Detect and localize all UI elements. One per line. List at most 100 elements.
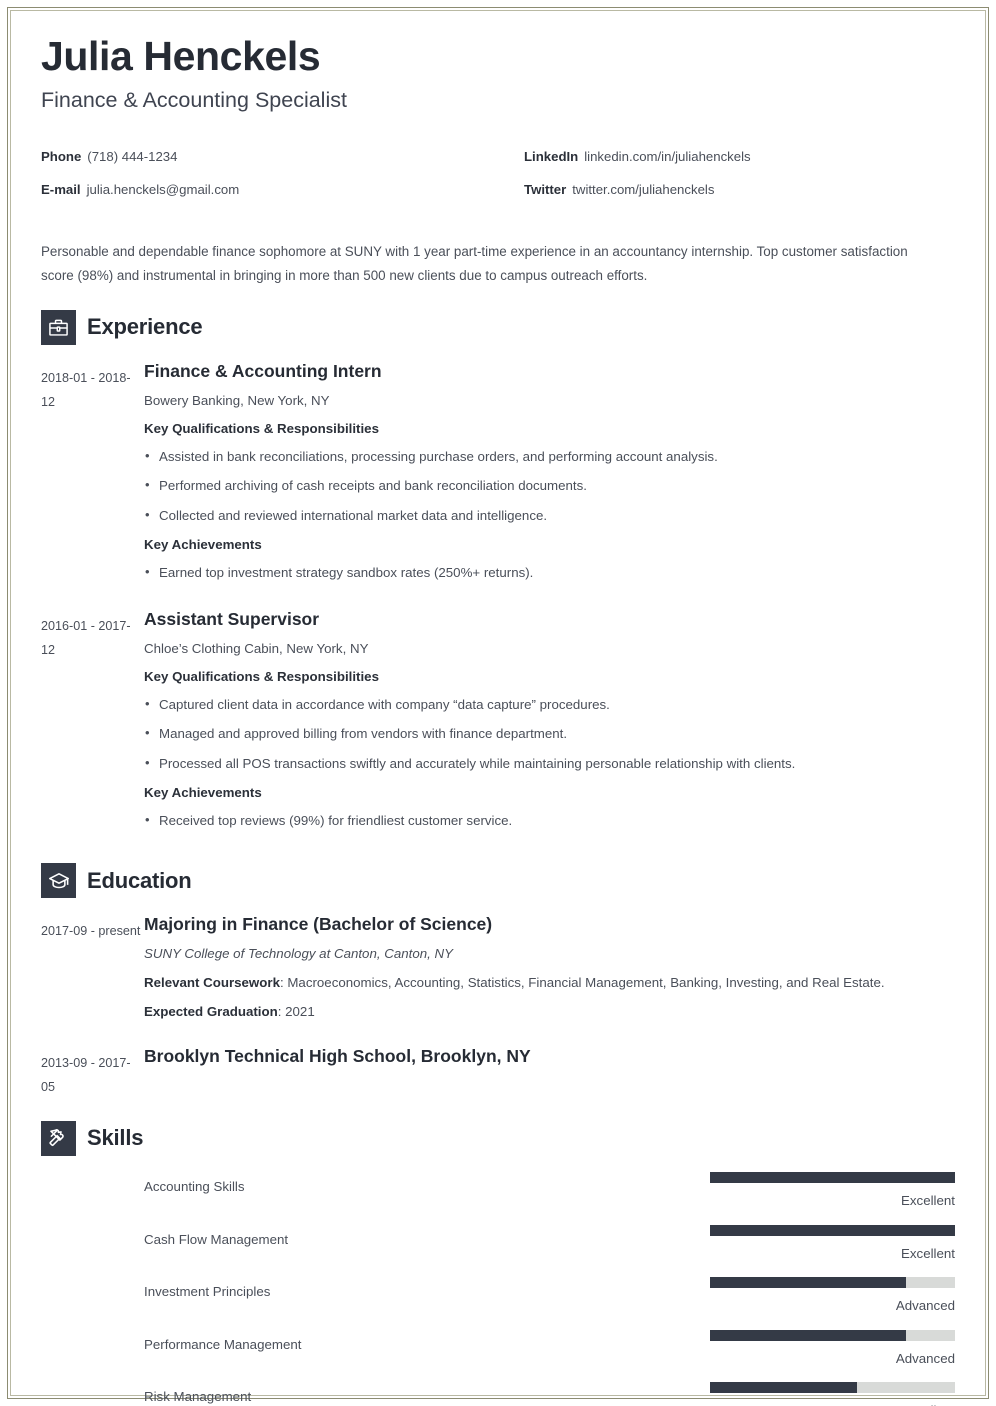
education-dates: 2013-09 - 2017-05 — [41, 1055, 131, 1094]
contact-linkedin: LinkedIn linkedin.com/in/juliahenckels — [524, 140, 955, 173]
skill-row: Investment Principles Advanced — [41, 1277, 955, 1316]
skill-level: Advanced — [895, 1350, 955, 1366]
contact-phone-label: Phone — [41, 149, 82, 165]
skill-level: Excellent — [901, 1245, 955, 1261]
education-graduation-value: : 2021 — [277, 1003, 315, 1019]
experience-dates: 2016-01 - 2017-12 — [41, 618, 131, 658]
skill-label: Cash Flow Management — [144, 1231, 289, 1247]
list-item: Earned top investment strategy sandbox r… — [144, 562, 955, 584]
contact-email-label: E-mail — [41, 182, 81, 198]
experience-achievements-list: Received top reviews (99%) for friendlie… — [144, 810, 955, 832]
education-degree: Majoring in Finance (Bachelor of Science… — [144, 914, 493, 935]
list-item: Managed and approved billing from vendor… — [144, 723, 955, 745]
skills-list: Accounting Skills Excellent Cash Flow Ma… — [41, 1171, 955, 1406]
skill-meter: Excellent — [710, 1224, 955, 1264]
experience-employer: Bowery Banking, New York, NY — [144, 392, 330, 408]
skill-fill — [710, 1329, 906, 1341]
experience-achievements-heading: Key Achievements — [144, 785, 262, 801]
resume-content: Julia Henckels Finance & Accounting Spec… — [41, 34, 955, 1406]
professional-summary: Personable and dependable finance sophom… — [41, 244, 908, 283]
experience-entry-body: Finance & Accounting Intern Bowery Banki… — [144, 361, 955, 593]
education-graduation-label: Expected Graduation — [144, 1003, 278, 1019]
skill-label: Investment Principles — [144, 1284, 271, 1300]
graduation-cap-icon — [41, 863, 76, 899]
list-item: Captured client data in accordance with … — [144, 694, 955, 716]
section-title-skills: Skills — [87, 1125, 144, 1151]
education-graduation: Expected Graduation: 2021 — [144, 1001, 955, 1024]
skill-row: Risk Management Intermediate — [41, 1382, 955, 1406]
education-entry-body: Brooklyn Technical High School, Brooklyn… — [144, 1046, 955, 1099]
skill-fill — [710, 1277, 906, 1289]
skill-meter: Intermediate — [710, 1382, 955, 1406]
skill-fill — [710, 1171, 955, 1183]
contact-column-right: LinkedIn linkedin.com/in/juliahenckels Tw… — [498, 140, 955, 206]
skill-meter: Advanced — [710, 1329, 955, 1369]
briefcase-icon — [41, 309, 76, 345]
section-header-skills: Skills — [41, 1120, 955, 1156]
list-item: Performed archiving of cash receipts and… — [144, 475, 955, 497]
skill-fill — [710, 1382, 857, 1394]
contact-phone: Phone (718) 444-1234 — [41, 140, 498, 173]
experience-entry: 2018-01 - 2018-12 Finance & Accounting I… — [41, 361, 955, 593]
skill-label: Risk Management — [144, 1389, 252, 1405]
skill-meter: Excellent — [710, 1171, 955, 1211]
skill-level: Excellent — [901, 1192, 955, 1208]
experience-employer: Chloe’s Clothing Cabin, New York, NY — [144, 640, 369, 656]
experience-qualifications-list: Captured client data in accordance with … — [144, 694, 955, 775]
education-entry: 2013-09 - 2017-05 Brooklyn Technical Hig… — [41, 1046, 955, 1099]
section-education: Education 2017-09 - present Majoring in … — [41, 863, 955, 1099]
resume-page: Julia Henckels Finance & Accounting Spec… — [0, 0, 996, 1406]
experience-qualifications-heading: Key Qualifications & Responsibilities — [144, 668, 379, 684]
contact-grid: Phone (718) 444-1234 E-mail julia.henckels… — [41, 140, 955, 206]
section-skills: Skills Accounting Skills Excellent Cash — [41, 1120, 955, 1406]
experience-job-title: Assistant Supervisor — [144, 608, 320, 629]
section-header-education: Education — [41, 863, 955, 899]
candidate-name: Julia Henckels — [41, 33, 321, 79]
contact-twitter-label: Twitter — [524, 182, 567, 198]
section-experience: Experience 2018-01 - 2018-12 Finance & A… — [41, 309, 955, 841]
skill-fill — [710, 1224, 955, 1236]
resume-header: Julia Henckels Finance & Accounting Spec… — [41, 34, 955, 206]
skill-row: Performance Management Advanced — [41, 1329, 955, 1369]
education-school: SUNY College of Technology at Canton, Ca… — [144, 945, 453, 961]
education-school-name: Brooklyn Technical High School, Brooklyn… — [144, 1045, 531, 1066]
experience-entry-body: Assistant Supervisor Chloe’s Clothing Ca… — [144, 609, 955, 841]
section-title-experience: Experience — [87, 314, 203, 340]
experience-job-title: Finance & Accounting Intern — [144, 360, 382, 381]
experience-dates: 2018-01 - 2018-12 — [41, 370, 131, 409]
skill-level: Advanced — [895, 1298, 955, 1314]
skill-label: Performance Management — [144, 1336, 302, 1352]
skill-label: Accounting Skills — [144, 1178, 245, 1194]
education-coursework-value: : Macroeconomics, Accounting, Statistics… — [279, 974, 885, 990]
contact-linkedin-label: LinkedIn — [524, 149, 579, 165]
education-coursework: Relevant Coursework: Macroeconomics, Acc… — [144, 972, 955, 995]
skill-row: Accounting Skills Excellent — [41, 1171, 955, 1211]
contact-phone-value: (718) 444-1234 — [87, 149, 178, 165]
contact-twitter-value[interactable]: twitter.com/juliahenckels — [572, 182, 714, 197]
section-header-experience: Experience — [41, 309, 955, 345]
list-item: Received top reviews (99%) for friendlie… — [144, 810, 955, 832]
experience-achievements-heading: Key Achievements — [144, 537, 262, 553]
contact-linkedin-value[interactable]: linkedin.com/in/juliahenckels — [584, 149, 750, 164]
education-coursework-label: Relevant Coursework — [144, 974, 280, 990]
education-entry: 2017-09 - present Majoring in Finance (B… — [41, 914, 955, 1030]
skill-meter: Advanced — [710, 1277, 955, 1316]
skill-track — [710, 1224, 955, 1236]
experience-qualifications-list: Assisted in bank reconciliations, proces… — [144, 446, 955, 527]
experience-achievements-list: Earned top investment strategy sandbox r… — [144, 562, 955, 584]
list-item: Assisted in bank reconciliations, proces… — [144, 446, 955, 468]
skill-track — [710, 1382, 955, 1394]
contact-email-value[interactable]: julia.henckels@gmail.com — [87, 182, 240, 197]
list-item: Collected and reviewed international mar… — [144, 505, 955, 527]
skill-track — [710, 1277, 955, 1289]
education-dates: 2017-09 - present — [41, 924, 141, 939]
experience-qualifications-heading: Key Qualifications & Responsibilities — [144, 420, 379, 436]
list-item: Processed all POS transactions swiftly a… — [144, 753, 955, 775]
skill-row: Cash Flow Management Excellent — [41, 1224, 955, 1264]
skill-level: Intermediate — [710, 1402, 955, 1406]
experience-entry: 2016-01 - 2017-12 Assistant Supervisor C… — [41, 609, 955, 841]
education-entry-body: Majoring in Finance (Bachelor of Science… — [144, 914, 955, 1030]
contact-column-left: Phone (718) 444-1234 E-mail julia.henckels… — [41, 140, 498, 206]
candidate-job-title: Finance & Accounting Specialist — [41, 88, 347, 113]
section-title-education: Education — [87, 867, 192, 893]
